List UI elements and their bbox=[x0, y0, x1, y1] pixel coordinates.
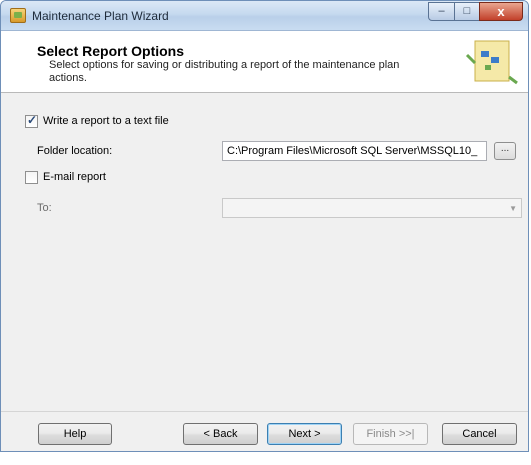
dropdown-arrow-icon: ▼ bbox=[509, 204, 517, 213]
wizard-window: Maintenance Plan Wizard – □ x Select Rep… bbox=[0, 0, 529, 452]
write-report-checkbox[interactable]: ✓ bbox=[25, 113, 38, 128]
minimize-icon: – bbox=[438, 5, 445, 17]
browse-folder-button[interactable]: ... bbox=[494, 142, 516, 160]
folder-location-input[interactable]: C:\Program Files\Microsoft SQL Server\MS… bbox=[222, 141, 487, 161]
to-operator-dropdown[interactable]: ▼ bbox=[222, 198, 522, 218]
minimize-button[interactable]: – bbox=[428, 2, 455, 21]
app-wizard-icon bbox=[10, 8, 26, 23]
page-description: Select options for saving or distributin… bbox=[49, 59, 400, 84]
report-options-panel: ✓ Write a report to a text file Folder l… bbox=[1, 93, 528, 411]
folder-location-label: Folder location: bbox=[37, 145, 113, 157]
email-report-label[interactable]: E-mail report bbox=[43, 171, 106, 183]
checkmark-icon: ✓ bbox=[27, 113, 38, 127]
cancel-button[interactable]: Cancel bbox=[442, 423, 517, 445]
title-bar[interactable]: Maintenance Plan Wizard – □ x bbox=[1, 1, 528, 31]
close-icon: x bbox=[497, 4, 505, 19]
back-button[interactable]: < Back bbox=[183, 423, 258, 445]
wizard-footer: Help < Back Next > Finish >>| Cancel bbox=[1, 411, 528, 451]
help-button[interactable]: Help bbox=[38, 423, 112, 445]
close-button[interactable]: x bbox=[479, 2, 523, 21]
email-report-checkbox[interactable] bbox=[25, 171, 38, 184]
maximize-button[interactable]: □ bbox=[454, 2, 480, 21]
next-button[interactable]: Next > bbox=[267, 423, 342, 445]
wizard-header-icon bbox=[465, 40, 518, 85]
maximize-icon: □ bbox=[463, 5, 471, 17]
page-title: Select Report Options bbox=[37, 43, 185, 59]
to-label: To: bbox=[37, 202, 52, 214]
finish-button: Finish >>| bbox=[353, 423, 428, 445]
wizard-header: Select Report Options Select options for… bbox=[1, 31, 528, 93]
write-report-label[interactable]: Write a report to a text file bbox=[43, 115, 169, 127]
window-title: Maintenance Plan Wizard bbox=[32, 9, 169, 23]
